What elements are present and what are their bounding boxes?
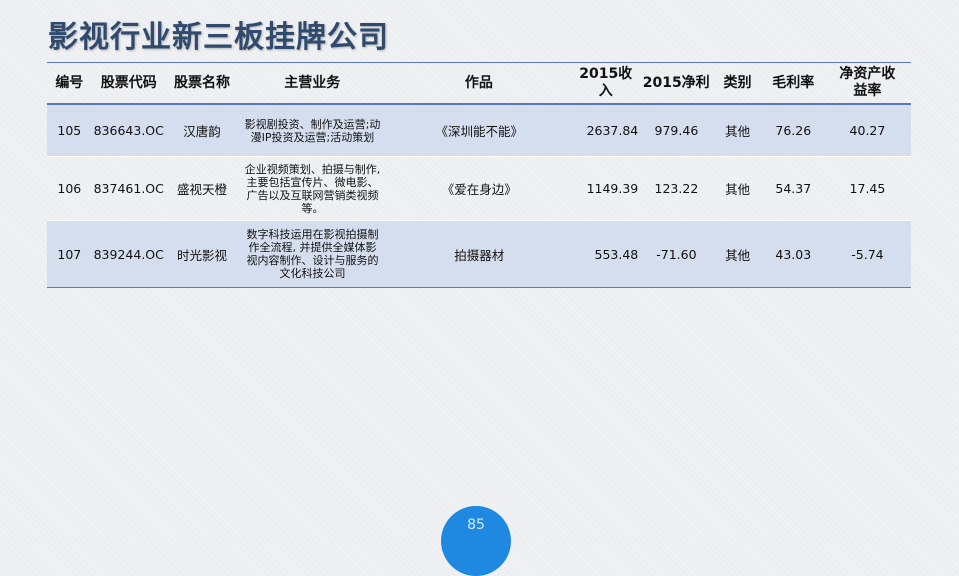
cell-roe: 17.45 xyxy=(849,181,886,196)
header-category: 类别 xyxy=(723,74,752,91)
cell-code: 836643.OC xyxy=(93,123,164,138)
cell-works: 《深圳能不能》 xyxy=(435,124,523,139)
page-number: 85 xyxy=(467,517,485,533)
cell-revenue: 553.48 xyxy=(594,246,639,262)
header-revenue: 2015收入 xyxy=(579,66,633,99)
cell-category: 其他 xyxy=(725,247,751,263)
cell-roe: 40.27 xyxy=(849,123,886,138)
page-title: 影视行业新三板挂牌公司 xyxy=(48,20,389,55)
header-works: 作品 xyxy=(464,74,493,91)
cell-code: 837461.OC xyxy=(93,181,164,196)
cell-gross-margin: 76.26 xyxy=(775,123,812,138)
cell-name: 汉唐韵 xyxy=(183,124,221,139)
cell-gross-margin: 54.37 xyxy=(775,181,812,196)
header-code: 股票代码 xyxy=(100,74,157,91)
header-id: 编号 xyxy=(55,74,84,91)
cell-name: 时光影视 xyxy=(177,247,228,263)
header-name: 股票名称 xyxy=(174,74,231,91)
cell-id: 105 xyxy=(57,123,82,138)
cell-business: 企业视频策划、拍摄与制作,主要包括宣传片、微电影、广告以及互联网营销类视频等。 xyxy=(244,162,381,215)
table-header: 编号 股票代码 股票名称 主营业务 作品 2015收入 2015净利 类别 毛利… xyxy=(47,63,911,105)
cell-category: 其他 xyxy=(725,182,751,197)
header-gross-margin: 毛利率 xyxy=(772,74,815,91)
cell-business: 数字科技运用在影视拍摄制作全流程, 并提供全媒体影视内容制作、设计与服务的文化科… xyxy=(246,228,379,280)
cell-business: 影视剧投资、制作及运营;动漫IP投资及运营;活动策划 xyxy=(244,117,381,144)
cell-category: 其他 xyxy=(725,124,751,139)
header-roe-line1: 净资产收 xyxy=(839,66,896,82)
cell-profit: -71.60 xyxy=(656,246,697,262)
cell-roe: -5.74 xyxy=(851,246,884,262)
cell-id: 107 xyxy=(57,246,82,262)
cell-works: 《爱在身边》 xyxy=(441,182,517,197)
cell-revenue: 2637.84 xyxy=(586,123,639,138)
cell-gross-margin: 43.03 xyxy=(775,246,812,262)
cell-id: 106 xyxy=(57,181,82,196)
header-business: 主营业务 xyxy=(284,74,341,91)
header-roe: 净资产收 益率 xyxy=(824,66,911,100)
table-row: 106 837461.OC 盛视天橙 企业视频策划、拍摄与制作,主要包括宣传片、… xyxy=(47,157,911,221)
cell-profit: 123.22 xyxy=(654,181,699,196)
cell-code: 839244.OC xyxy=(93,246,164,262)
cell-revenue: 1149.39 xyxy=(586,181,639,196)
header-roe-line2: 益率 xyxy=(853,83,882,99)
cell-works: 拍摄器材 xyxy=(454,247,505,263)
table-row: 107 839244.OC 时光影视 数字科技运用在影视拍摄制作全流程, 并提供… xyxy=(47,221,911,288)
company-table: 编号 股票代码 股票名称 主营业务 作品 2015收入 2015净利 类别 毛利… xyxy=(47,62,911,288)
table-row: 105 836643.OC 汉唐韵 影视剧投资、制作及运营;动漫IP投资及运营;… xyxy=(47,105,911,157)
cell-profit: 979.46 xyxy=(654,123,699,138)
header-profit: 2015净利 xyxy=(642,74,710,91)
cell-name: 盛视天橙 xyxy=(177,182,228,197)
